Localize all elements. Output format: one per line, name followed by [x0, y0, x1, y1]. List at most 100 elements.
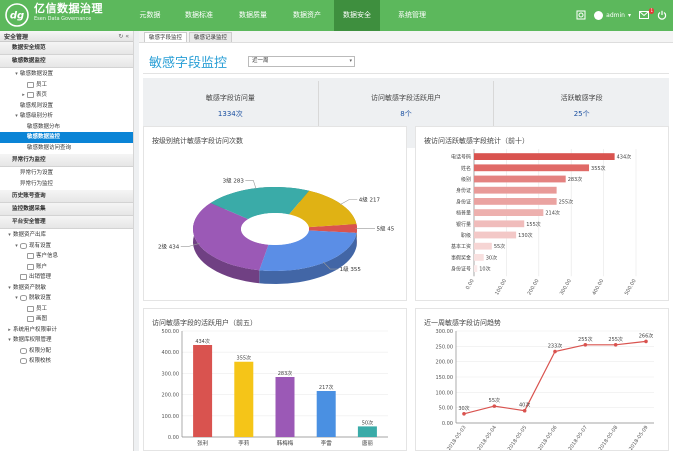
sidebar-section-sensitive-monitor[interactable]: 敏感数据监控 [0, 55, 133, 68]
bar[interactable] [234, 361, 254, 437]
nav-item[interactable]: 数据标准 [172, 0, 226, 31]
bar[interactable] [474, 265, 478, 272]
bar[interactable] [474, 242, 492, 250]
refresh-icon[interactable]: ↻ [118, 33, 123, 40]
bar[interactable] [474, 254, 484, 261]
bar[interactable] [474, 209, 544, 216]
table-icon [27, 92, 34, 99]
tree-node[interactable]: 权限分配 [0, 346, 133, 357]
caret-down-icon[interactable]: ▾ [6, 335, 13, 346]
sidebar-section-monitor-collect[interactable]: 监控数据采集 [0, 203, 133, 216]
caret-down-icon[interactable]: ▾ [13, 69, 20, 80]
tree-node[interactable]: 敏感数据监控 [0, 132, 133, 143]
tree-node[interactable]: 员工 [0, 80, 133, 91]
tree-node-label: 敏感规则设置 [20, 102, 54, 109]
collapse-icon[interactable]: « [125, 33, 129, 40]
nav-item[interactable]: 元数据 [128, 0, 172, 31]
caret-right-icon[interactable]: ▸ [6, 325, 13, 336]
tree-node-label: 敏感数据监控 [27, 134, 61, 140]
tree-node[interactable]: 客户信息 [0, 251, 133, 262]
sidebar-section-platform-security[interactable]: 平台安全管理 [0, 216, 133, 229]
bar[interactable] [474, 153, 615, 160]
tree-node-label: 账户 [36, 263, 48, 270]
point-value-label: 255次 [578, 336, 593, 343]
screen-capture-icon[interactable] [576, 10, 586, 22]
user-menu[interactable]: admin ▾ [594, 11, 631, 20]
y-tick-label: 50.00 [439, 406, 453, 412]
pie-label: 5级 45 [376, 224, 394, 232]
trend-point[interactable] [492, 404, 497, 408]
logo[interactable]: dg [4, 3, 30, 27]
trend-point[interactable] [613, 343, 618, 347]
tree-node[interactable]: 权限校核 [0, 356, 133, 367]
bar[interactable] [193, 344, 213, 437]
tree-node[interactable]: 敏感规则设置 [0, 101, 133, 112]
tree-node[interactable]: ▸ 表页 [0, 90, 133, 101]
pie-label-line [339, 199, 358, 205]
bar[interactable] [474, 175, 566, 183]
caret-right-icon[interactable]: ▸ [20, 90, 27, 101]
bar[interactable] [357, 426, 377, 437]
table-icon [20, 274, 27, 281]
tree-node[interactable]: 异常行为设置 [0, 168, 133, 179]
tree-node[interactable]: ▾ 数据资产脱敏 [0, 283, 133, 294]
x-tick-label: 2018-05-07 [567, 425, 589, 450]
bar[interactable] [474, 186, 557, 194]
tree-node[interactable]: ▾ 数据资产出库 [0, 230, 133, 241]
nav-item[interactable]: 系统管理 [380, 0, 444, 31]
tree-node[interactable]: 画图 [0, 314, 133, 325]
trend-point[interactable] [644, 339, 648, 344]
caret-down-icon[interactable]: ▾ [6, 283, 13, 294]
sidebar-section-abnormal-behavior[interactable]: 异常行为监控 [0, 154, 133, 167]
period-select-value: 近一周 [252, 58, 269, 64]
caret-down-icon[interactable]: ▾ [13, 241, 20, 252]
tree-node[interactable]: 异常行为监控 [0, 179, 133, 190]
bar[interactable] [474, 231, 517, 239]
tree-node[interactable]: 敏感数据访问查询 [0, 143, 133, 154]
bar[interactable] [474, 220, 525, 228]
sidebar-section-data-security-spec[interactable]: 数据安全规范 [0, 42, 133, 55]
trend-point[interactable] [462, 412, 466, 416]
tree-node[interactable]: 出销管理 [0, 272, 133, 283]
tree-node[interactable]: ▾ 敏感级别分析 [0, 111, 133, 122]
y-tick-label: 姓名 [461, 165, 471, 172]
power-icon[interactable] [657, 10, 667, 22]
nav-item[interactable]: 数据资产 [280, 0, 334, 31]
trend-point[interactable] [522, 408, 527, 413]
page-title: 敏感字段监控 [149, 56, 228, 71]
tree-node[interactable]: ▾ 数据库权限管理 [0, 335, 133, 346]
tree-node[interactable]: ▾ 脱敏设置 [0, 293, 133, 304]
nav-item[interactable]: 数据安全 [334, 0, 380, 31]
mail-icon[interactable]: 1 [639, 7, 654, 21]
pie-label: 3级 283 [223, 176, 245, 184]
trend-point[interactable] [583, 343, 588, 347]
caret-down-icon[interactable]: ▾ [13, 111, 20, 122]
bar-value-label: 434次 [195, 338, 210, 345]
tab[interactable]: 敏感记录监控 [189, 32, 233, 42]
tree-node[interactable]: ▾ 现有设置 [0, 241, 133, 252]
tree-node[interactable]: ▸ 系统用户权限审计 [0, 325, 133, 336]
tree-node[interactable]: 员工 [0, 304, 133, 315]
tab-bar: 敏感字段监控 敏感记录监控 [139, 31, 673, 43]
tree-node-label: 画图 [36, 316, 48, 322]
bar[interactable] [474, 164, 590, 172]
bar[interactable] [316, 390, 336, 437]
tab[interactable]: 敏感字段监控 [144, 32, 188, 42]
x-tick-label: 2018-05-06 [537, 425, 559, 450]
trend-point[interactable] [553, 349, 557, 354]
caret-down-icon[interactable]: ▾ [13, 293, 20, 304]
tree-node-label: 敏感级别分析 [20, 113, 54, 119]
bar[interactable] [275, 377, 295, 437]
sidebar-section-history-account[interactable]: 历史账号查询 [0, 190, 133, 203]
y-tick-label: 250.00 [436, 344, 454, 350]
bar[interactable] [474, 198, 557, 205]
point-value-label: 266次 [639, 332, 654, 339]
period-select[interactable]: 近一周 ▾ [248, 56, 355, 67]
tree-node[interactable]: ▾ 敏感数据设置 [0, 69, 133, 80]
point-value-label: 255次 [608, 336, 623, 343]
tree-node[interactable]: 账户 [0, 262, 133, 273]
nav-item[interactable]: 数据质量 [226, 0, 280, 31]
caret-down-icon[interactable]: ▾ [6, 230, 13, 241]
tree-node[interactable]: 敏感数据分布 [0, 122, 133, 133]
database-icon [20, 358, 27, 365]
